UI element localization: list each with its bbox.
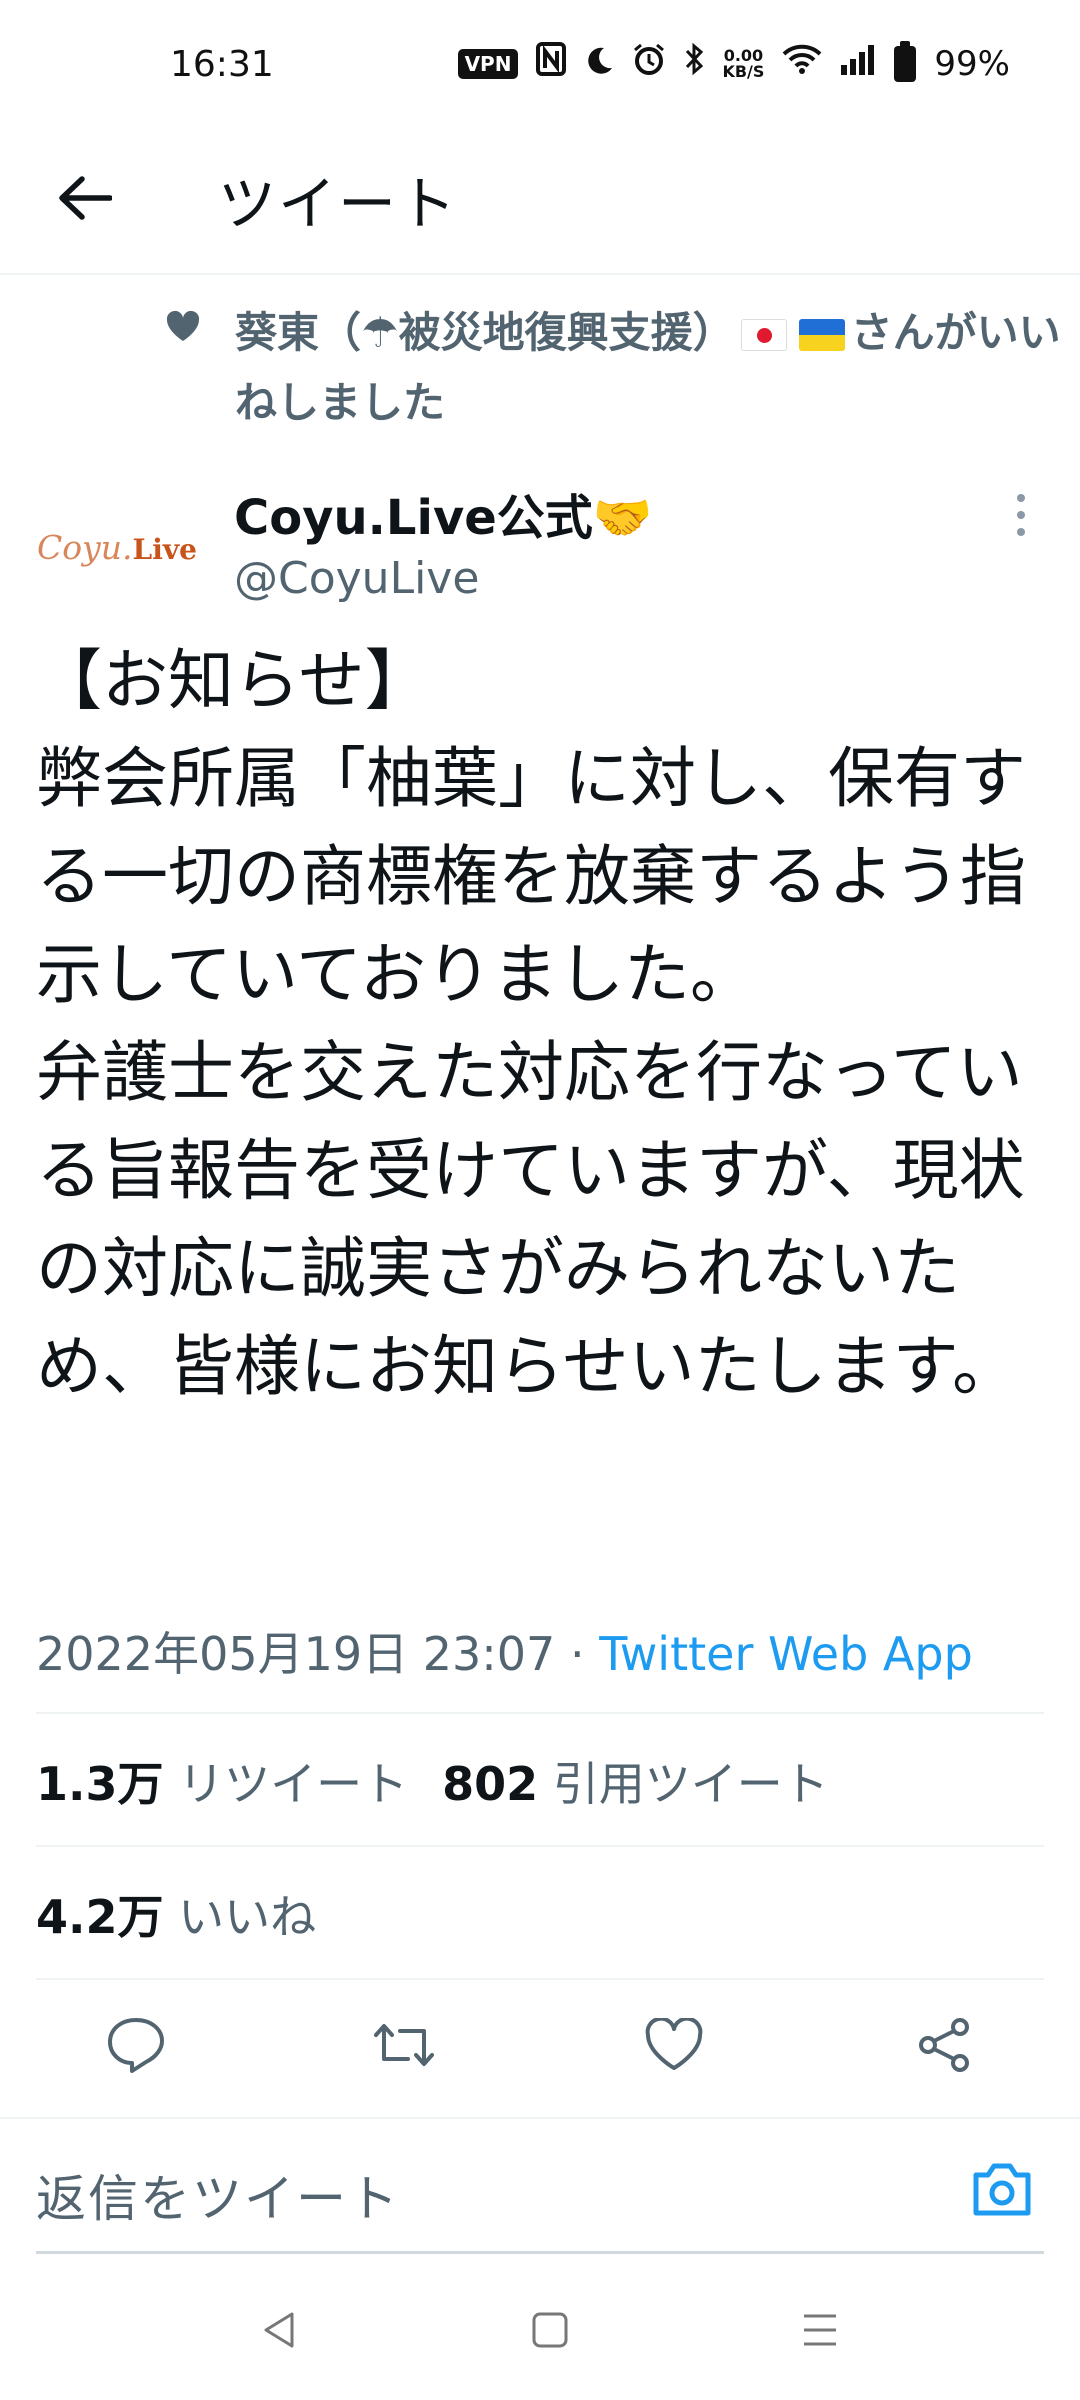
likes-stat[interactable]: 4.2万 いいね [36,1890,316,1944]
reply-underline [36,2251,1044,2254]
nav-home-button[interactable] [520,2300,580,2360]
reply-input[interactable]: 返信をツイート [36,2159,400,2231]
status-time: 16:31 [170,44,274,85]
share-icon [919,2018,969,2072]
wifi-icon [782,43,822,84]
menu-lines-icon [804,2314,836,2346]
nfc-icon [536,42,567,85]
retweet-icon [374,2024,434,2066]
divider [36,1845,1044,1847]
quotes-stat[interactable]: 802 引用ツイート [442,1757,829,1811]
nav-menu-button[interactable] [790,2300,850,2360]
net-speed-unit: KB/S [722,61,765,81]
retweets-stat[interactable]: 1.3万 リツイート [36,1757,408,1811]
tweet-actions [0,1985,1080,2105]
avatar[interactable]: Coyu.Live [36,500,198,595]
back-arrow-icon [59,176,112,220]
nav-back-button[interactable] [250,2300,310,2360]
reply-bar: 返信をツイート [0,2117,1080,2257]
triangle-back-icon [264,2312,294,2348]
tweet-text: 【お知らせ】 弊会所属「柚葉」に対し、保有する一切の商標権を放棄するよう指示して… [36,642,1026,1405]
heart-icon [165,310,201,346]
back-button[interactable] [50,163,120,233]
vpn-icon: VPN [457,48,519,79]
liked-by-name: 葵東（☂被災地復興支援） [235,308,735,357]
tweet-timestamp: 2022年05月19日 23:07 · Twitter Web App [36,1618,973,1684]
likes-stats: 4.2万 いいね [36,1881,316,1947]
likes-label: いいね [178,1890,317,1944]
author-handle[interactable]: @CoyuLive [234,553,479,604]
reply-icon [108,2018,164,2073]
reply-button[interactable] [98,2007,174,2083]
retweets-count: 1.3万 [36,1757,164,1811]
bluetooth-icon [684,42,704,85]
avatar-logo-text: Coyu. [37,528,133,567]
divider [36,1978,1044,1980]
likes-count: 4.2万 [36,1890,164,1944]
quotes-label: 引用ツイート [552,1757,829,1811]
retweet-button[interactable] [366,2007,442,2083]
timestamp-separator: · [555,1627,600,1681]
author-name[interactable]: Coyu.Live公式🤝 [234,478,653,548]
status-icons: VPN 0.00 KB/S 99% [457,40,1010,85]
divider [36,1712,1044,1714]
avatar-logo-text-2: Live [132,533,197,566]
system-nav-bar [0,2270,1080,2400]
tweet-source-link[interactable]: Twitter Web App [599,1627,973,1681]
share-button[interactable] [906,2007,982,2083]
retweets-label: リツイート [178,1757,409,1811]
liked-by-text: 葵東（☂被災地復興支援） さんがいいねしました [235,298,1065,438]
more-vertical-icon [1017,494,1025,536]
quotes-count: 802 [442,1757,539,1811]
more-options-button[interactable] [1006,490,1036,540]
retweet-stats: 1.3万 リツイート 802 引用ツイート [36,1748,829,1814]
battery-icon [894,40,917,82]
do-not-disturb-moon-icon [584,44,614,84]
battery-percent: 99% [934,43,1010,84]
status-bar: 16:31 VPN 0.00 KB/S 99% [0,0,1080,135]
avatar-logo: Coyu.Live [37,528,197,567]
camera-button[interactable] [970,2159,1040,2225]
ukraine-flag-icon [798,319,845,351]
japan-flag-icon [740,319,787,351]
camera-icon [973,2163,1031,2216]
net-speed: 0.00 KB/S [722,47,765,81]
page-title: ツイート [218,170,459,238]
header: ツイート [0,135,1080,275]
alarm-icon [632,42,666,85]
tweet-date: 2022年05月19日 23:07 [36,1627,556,1681]
square-home-icon [532,2312,568,2348]
signal-icon [840,44,876,84]
heart-outline-icon [645,2018,703,2070]
like-button[interactable] [636,2007,712,2083]
